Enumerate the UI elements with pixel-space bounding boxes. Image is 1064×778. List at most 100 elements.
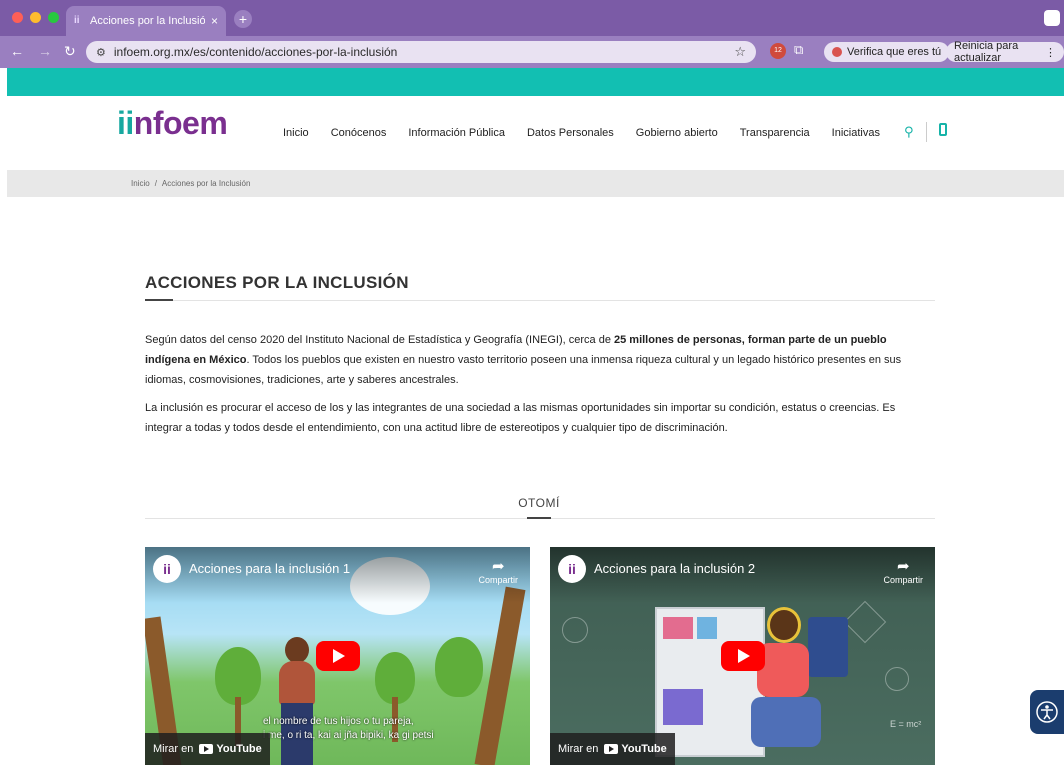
window-maximize-button[interactable] [48, 12, 59, 23]
tab-title: Acciones por la Inclusión | Inf [90, 15, 205, 27]
nav-item-transparencia[interactable]: Transparencia [740, 127, 810, 139]
browser-menu-icon[interactable]: ⋮ [1045, 46, 1056, 59]
tab-close-icon[interactable]: × [211, 14, 218, 28]
url-text[interactable]: infoem.org.mx/es/contenido/acciones-por-… [114, 45, 726, 59]
extension-badge-icon[interactable]: 12 [770, 43, 786, 59]
nav-item-iniciativas[interactable]: Iniciativas [832, 127, 880, 139]
verify-label: Verifica que eres tú [847, 46, 942, 58]
window-minimize-button[interactable] [30, 12, 41, 23]
browser-tab-active[interactable]: ii Acciones por la Inclusión | Inf × [66, 6, 226, 36]
section-accent-line [527, 517, 551, 519]
restart-update-button[interactable]: Reinicia para actualizar ⋮ [946, 40, 1064, 64]
video-1-share-button[interactable]: ➦ Compartir [478, 557, 518, 585]
back-arrow-icon[interactable]: ← [10, 43, 24, 59]
profile-icon[interactable] [1044, 10, 1060, 26]
logo-prefix: ii [117, 105, 134, 141]
youtube-icon [604, 744, 619, 754]
verify-status-icon [832, 47, 842, 57]
nav-item-conocenos[interactable]: Conócenos [331, 127, 387, 139]
character-pants [751, 697, 821, 747]
browser-tab-bar: ii Acciones por la Inclusión | Inf × + [0, 0, 1064, 36]
tree-top-3 [435, 637, 483, 697]
video-1-title[interactable]: Acciones para la inclusión 1 [189, 561, 350, 576]
intro-text-b: . Todos los pueblos que existen en nuest… [145, 354, 902, 386]
main-nav: Inicio Conócenos Información Pública Dat… [283, 127, 880, 139]
mobile-phone-icon[interactable] [939, 123, 947, 136]
restart-label: Reinicia para actualizar [954, 40, 1019, 64]
play-icon [737, 649, 750, 663]
watch-label: Mirar en [558, 743, 599, 755]
intro-paragraph: Según datos del censo 2020 del Instituto… [145, 330, 925, 390]
book-blue [697, 617, 717, 639]
youtube-label: YouTube [216, 743, 262, 755]
reload-icon[interactable]: ↻ [64, 43, 76, 60]
video-player-1[interactable]: ii Acciones para la inclusión 1 ➦ Compart… [145, 547, 530, 765]
logo-text: nfoem [133, 105, 228, 141]
nav-item-informacion-publica[interactable]: Información Pública [408, 127, 505, 139]
site-favicon-icon: ii [74, 15, 80, 26]
nav-item-gobierno-abierto[interactable]: Gobierno abierto [636, 127, 718, 139]
video-1-play-button[interactable] [315, 641, 360, 671]
search-icon[interactable]: ⚲ [904, 124, 914, 140]
window-close-button[interactable] [12, 12, 23, 23]
board-formula: E = mc² [890, 719, 922, 729]
inclusion-paragraph: La inclusión es procurar el acceso de lo… [145, 402, 896, 434]
channel-avatar-2[interactable]: ii [558, 555, 586, 583]
doodle-square [843, 600, 887, 644]
book-red [663, 617, 693, 639]
watch-label: Mirar en [153, 743, 194, 755]
breadcrumb-current: Acciones por la Inclusión [161, 179, 251, 188]
share-arrow-icon: ➦ [491, 558, 505, 575]
video-2-play-button[interactable] [720, 641, 765, 671]
intro-text-a: Según datos del censo 2020 del Instituto… [145, 334, 614, 346]
character-woman [275, 637, 319, 765]
breadcrumb: Inicio / Acciones por la Inclusión [7, 170, 1064, 197]
channel-avatar-1[interactable]: ii [153, 555, 181, 583]
doodle-circle-2 [885, 667, 909, 691]
bookmark-star-icon[interactable]: ☆ [734, 44, 746, 60]
accessibility-button[interactable] [1030, 690, 1064, 734]
title-divider [145, 300, 935, 301]
caption-line-2: i me, o ri ta, kai ai jña bipiki, ka gi … [263, 730, 434, 741]
top-accent-bar [7, 68, 1064, 96]
section-title-otomi: OTOMÍ [518, 496, 560, 510]
play-icon [332, 649, 345, 663]
basket [663, 689, 703, 725]
youtube-logo: YouTube [199, 743, 262, 755]
nav-item-datos-personales[interactable]: Datos Personales [527, 127, 614, 139]
video-2-share-label: Compartir [883, 575, 923, 585]
video-2-share-button[interactable]: ➦ Compartir [883, 557, 923, 585]
extensions-puzzle-icon[interactable]: ⧉ [794, 42, 803, 58]
caption-line-1: el nombre de tus hijos o tu pareja, [263, 716, 414, 727]
video-1-share-label: Compartir [478, 575, 518, 585]
video-2-watch-on-youtube[interactable]: Mirar en YouTube [550, 733, 675, 765]
video-player-2[interactable]: E = mc² ii Acciones para la inclusión 2 … [550, 547, 935, 765]
site-logo[interactable]: iinfoem [117, 105, 228, 142]
forward-arrow-icon[interactable]: → [38, 43, 52, 59]
verify-identity-button[interactable]: Verifica que eres tú [824, 42, 950, 62]
nav-item-inicio[interactable]: Inicio [283, 127, 309, 139]
browser-toolbar: ← → ↻ ⚙ infoem.org.mx/es/contenido/accio… [0, 36, 1064, 68]
accessibility-icon [1036, 701, 1058, 723]
nav-divider [926, 122, 927, 142]
character-hoodie [757, 643, 809, 697]
share-arrow-icon: ➦ [896, 558, 910, 575]
video-2-title[interactable]: Acciones para la inclusión 2 [594, 561, 755, 576]
page-title: ACCIONES POR LA INCLUSIÓN [145, 273, 409, 292]
character-torso [279, 661, 315, 705]
character-head-headphones [767, 607, 801, 643]
youtube-label: YouTube [621, 743, 667, 755]
site-info-icon[interactable]: ⚙ [96, 46, 106, 59]
youtube-logo: YouTube [604, 743, 667, 755]
doodle-circle-1 [562, 617, 588, 643]
youtube-icon [199, 744, 214, 754]
video-1-watch-on-youtube[interactable]: Mirar en YouTube [145, 733, 270, 765]
breadcrumb-separator: / [154, 179, 157, 188]
character-child [745, 607, 825, 757]
video-1-caption: el nombre de tus hijos o tu pareja, i me,… [263, 715, 434, 743]
new-tab-button[interactable]: + [234, 10, 252, 28]
address-bar[interactable]: ⚙ infoem.org.mx/es/contenido/acciones-po… [86, 41, 756, 63]
breadcrumb-home[interactable]: Inicio [131, 179, 150, 188]
character-head [285, 637, 309, 663]
title-accent-line [145, 299, 173, 301]
